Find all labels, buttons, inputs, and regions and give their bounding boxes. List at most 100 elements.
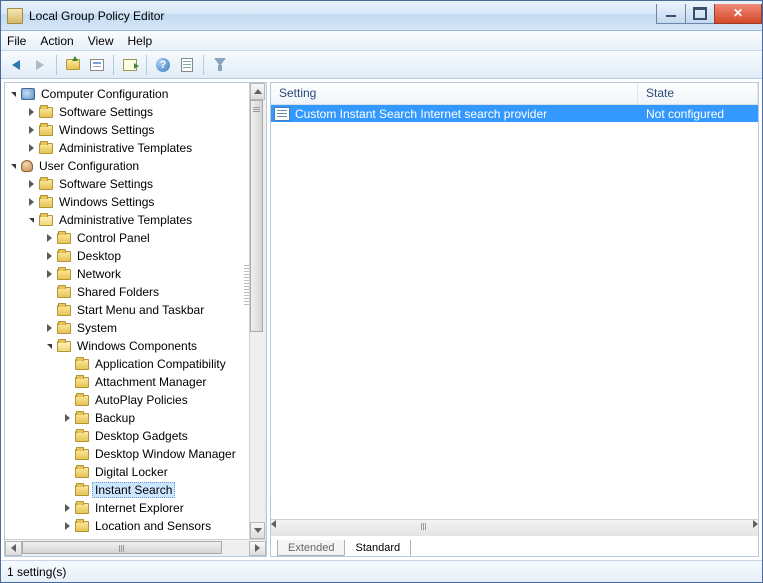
- tree-node-software[interactable]: Software Settings: [5, 103, 249, 121]
- tree-node-system[interactable]: System: [5, 319, 249, 337]
- show-hide-button[interactable]: [176, 54, 198, 76]
- column-header-setting[interactable]: Setting: [271, 83, 638, 104]
- scroll-track[interactable]: [250, 100, 265, 522]
- tree-label: Desktop: [74, 249, 124, 263]
- expander-icon[interactable]: [43, 232, 55, 244]
- scroll-thumb[interactable]: [22, 541, 222, 554]
- scroll-right-button[interactable]: [249, 541, 266, 556]
- forward-button[interactable]: [29, 54, 51, 76]
- scroll-right-button[interactable]: [753, 520, 758, 536]
- tree-label: Computer Configuration: [38, 87, 171, 101]
- tree-vscrollbar[interactable]: [249, 83, 266, 539]
- help-button[interactable]: ?: [152, 54, 174, 76]
- tree-node-autoplay[interactable]: AutoPlay Policies: [5, 391, 249, 409]
- tree-node-win-components[interactable]: Windows Components: [5, 337, 249, 355]
- expander-icon[interactable]: [25, 178, 37, 190]
- expander-icon[interactable]: [25, 142, 37, 154]
- tree-scroll[interactable]: Computer Configuration Software Settings…: [5, 83, 249, 539]
- close-button[interactable]: [714, 4, 762, 24]
- expander-icon[interactable]: [25, 196, 37, 208]
- status-text: 1 setting(s): [7, 565, 66, 579]
- splitter-grip-icon[interactable]: [244, 265, 249, 305]
- expander-icon[interactable]: [61, 502, 73, 514]
- filter-button[interactable]: [209, 54, 231, 76]
- tree-node-windows[interactable]: Windows Settings: [5, 193, 249, 211]
- expander-icon[interactable]: [7, 160, 19, 172]
- tree-node-backup[interactable]: Backup: [5, 409, 249, 427]
- tree-node-ie[interactable]: Internet Explorer: [5, 499, 249, 517]
- folder-icon: [39, 215, 53, 226]
- expander-icon[interactable]: [43, 322, 55, 334]
- tree-node-software[interactable]: Software Settings: [5, 175, 249, 193]
- scroll-down-button[interactable]: [250, 522, 265, 539]
- back-button[interactable]: [5, 54, 27, 76]
- window-title: Local Group Policy Editor: [29, 9, 657, 23]
- scroll-left-button[interactable]: [5, 541, 22, 556]
- expander-icon[interactable]: [25, 214, 37, 226]
- expander-icon[interactable]: [25, 106, 37, 118]
- tree-node-admin[interactable]: Administrative Templates: [5, 211, 249, 229]
- tree-label: Windows Settings: [56, 195, 157, 209]
- expander-icon[interactable]: [61, 520, 73, 532]
- tree-hscrollbar[interactable]: [5, 539, 266, 556]
- detail-pane: Setting State Custom Instant Search Inte…: [270, 82, 759, 557]
- menu-help[interactable]: Help: [128, 34, 153, 48]
- folder-icon: [57, 305, 71, 316]
- scroll-track[interactable]: [276, 520, 753, 536]
- properties-button[interactable]: [86, 54, 108, 76]
- scroll-track[interactable]: [22, 541, 249, 556]
- menu-action[interactable]: Action: [40, 34, 73, 48]
- scroll-thumb[interactable]: [276, 523, 572, 530]
- menu-file[interactable]: File: [7, 34, 26, 48]
- tree-label: Internet Explorer: [92, 501, 187, 515]
- list-body[interactable]: Custom Instant Search Internet search pr…: [271, 105, 758, 519]
- expander-icon[interactable]: [7, 88, 19, 100]
- tree-node-gadgets[interactable]: Desktop Gadgets: [5, 427, 249, 445]
- minimize-button[interactable]: [656, 4, 686, 24]
- expander-icon: [61, 466, 73, 478]
- expander-icon[interactable]: [25, 124, 37, 136]
- export-button[interactable]: [119, 54, 141, 76]
- detail-hscrollbar[interactable]: [271, 519, 758, 536]
- expander-icon[interactable]: [43, 268, 55, 280]
- maximize-button[interactable]: [685, 4, 715, 24]
- expander-icon: [61, 448, 73, 460]
- tree-node-windows[interactable]: Windows Settings: [5, 121, 249, 139]
- expander-icon[interactable]: [43, 340, 55, 352]
- tree-node-attach-mgr[interactable]: Attachment Manager: [5, 373, 249, 391]
- tree-node-location[interactable]: Location and Sensors: [5, 517, 249, 535]
- chevron-right-icon: [255, 544, 260, 552]
- tree-node-control-panel[interactable]: Control Panel: [5, 229, 249, 247]
- expander-icon: [43, 286, 55, 298]
- expander-icon: [61, 394, 73, 406]
- folder-icon: [39, 125, 53, 136]
- expander-icon[interactable]: [61, 412, 73, 424]
- tree-node-instant-search[interactable]: Instant Search: [5, 481, 249, 499]
- list-row[interactable]: Custom Instant Search Internet search pr…: [271, 105, 758, 122]
- menu-view[interactable]: View: [88, 34, 114, 48]
- tree-node-digital-locker[interactable]: Digital Locker: [5, 463, 249, 481]
- column-header-state[interactable]: State: [638, 83, 758, 104]
- tree-node-desktop[interactable]: Desktop: [5, 247, 249, 265]
- tree-node-dwm[interactable]: Desktop Window Manager: [5, 445, 249, 463]
- app-icon: [7, 8, 23, 24]
- tree-node-app-compat[interactable]: Application Compatibility: [5, 355, 249, 373]
- tree-label: AutoPlay Policies: [92, 393, 191, 407]
- tab-extended[interactable]: Extended: [277, 540, 345, 556]
- tree-node-network[interactable]: Network: [5, 265, 249, 283]
- titlebar[interactable]: Local Group Policy Editor: [1, 1, 762, 31]
- tree-label: Windows Components: [74, 339, 200, 353]
- scroll-thumb[interactable]: [250, 100, 263, 332]
- scroll-up-button[interactable]: [250, 83, 265, 100]
- tree-node-start-menu[interactable]: Start Menu and Taskbar: [5, 301, 249, 319]
- tree-node-admin[interactable]: Administrative Templates: [5, 139, 249, 157]
- tree-node-user[interactable]: User Configuration: [5, 157, 249, 175]
- folder-icon: [75, 449, 89, 460]
- tree-label: User Configuration: [36, 159, 142, 173]
- tree-node-shared-folders[interactable]: Shared Folders: [5, 283, 249, 301]
- chevron-down-icon: [254, 528, 262, 533]
- expander-icon[interactable]: [43, 250, 55, 262]
- tab-standard[interactable]: Standard: [344, 540, 411, 556]
- tree-node-computer[interactable]: Computer Configuration: [5, 85, 249, 103]
- up-button[interactable]: [62, 54, 84, 76]
